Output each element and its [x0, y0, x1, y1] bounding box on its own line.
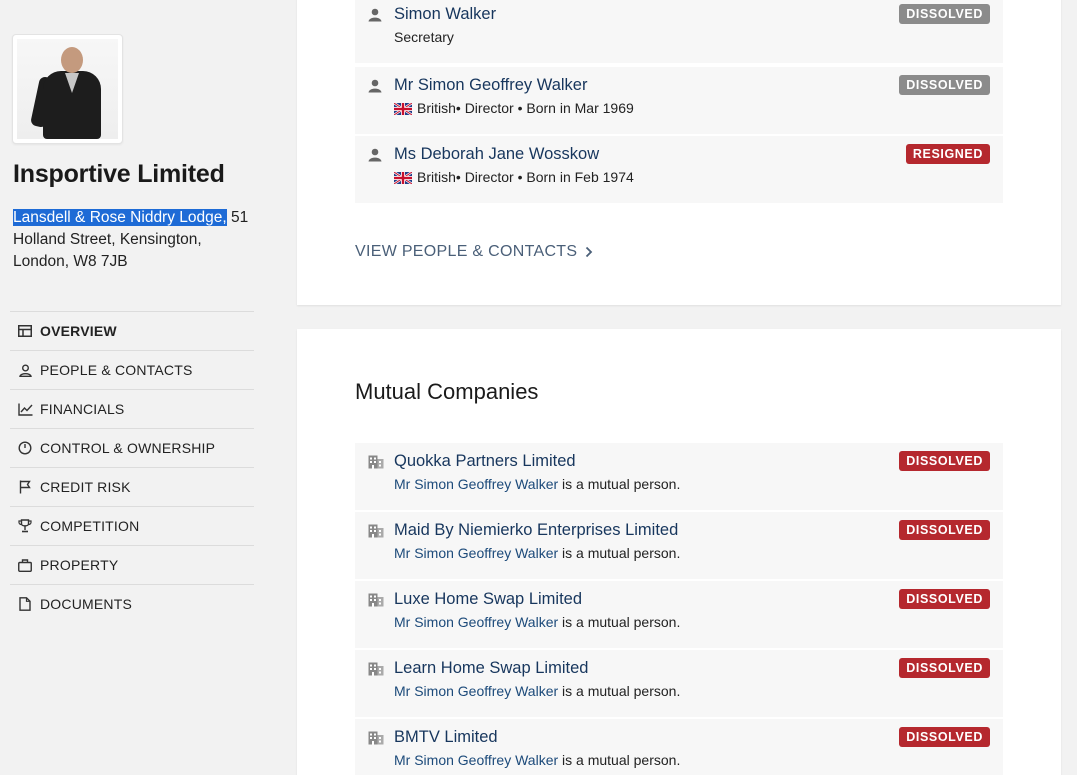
person-icon	[368, 148, 382, 167]
mutual-person-line: Mr Simon Geoffrey Walker is a mutual per…	[394, 545, 680, 561]
mutual-person-line: Mr Simon Geoffrey Walker is a mutual per…	[394, 614, 680, 630]
document-icon	[10, 597, 40, 611]
nav-item-control-ownership[interactable]: CONTROL & OWNERSHIP	[10, 428, 254, 467]
address-line2: Holland Street, Kensington,	[13, 231, 202, 248]
company-row[interactable]: Luxe Home Swap Limited Mr Simon Geoffrey…	[355, 580, 1003, 648]
trophy-icon	[10, 519, 40, 533]
nationality: British	[417, 100, 456, 116]
company-address: Lansdell & Rose Niddry Lodge, 51 Holland…	[13, 207, 268, 273]
company-name-link[interactable]: Luxe Home Swap Limited	[394, 590, 582, 609]
person-row[interactable]: Mr Simon Geoffrey Walker British • Direc…	[355, 66, 1003, 134]
company-name: Insportive Limited	[13, 160, 225, 188]
status-badge: DISSOLVED	[899, 75, 990, 95]
mutual-suffix: is a mutual person.	[562, 476, 681, 492]
mutual-person-line: Mr Simon Geoffrey Walker is a mutual per…	[394, 752, 680, 768]
flag-icon	[10, 480, 40, 494]
company-name-link[interactable]: Learn Home Swap Limited	[394, 659, 588, 678]
mutual-person-line: Mr Simon Geoffrey Walker is a mutual per…	[394, 683, 680, 699]
building-icon	[368, 524, 384, 543]
company-name-link[interactable]: Quokka Partners Limited	[394, 452, 576, 471]
person-name-link[interactable]: Simon Walker	[394, 5, 496, 24]
nav-item-overview[interactable]: OVERVIEW	[10, 311, 254, 350]
nav-label: OVERVIEW	[40, 323, 117, 339]
status-badge: DISSOLVED	[899, 520, 990, 540]
person-role-born: • Director • Born in Feb 1974	[455, 169, 634, 185]
nav-label: PEOPLE & CONTACTS	[40, 362, 193, 378]
address-selected-text: Lansdell & Rose Niddry Lodge,	[13, 209, 227, 226]
company-row[interactable]: Maid By Niemierko Enterprises Limited Mr…	[355, 511, 1003, 579]
mutual-suffix: is a mutual person.	[562, 545, 681, 561]
mutual-suffix: is a mutual person.	[562, 614, 681, 630]
company-row[interactable]: Learn Home Swap Limited Mr Simon Geoffre…	[355, 649, 1003, 717]
nav-label: CREDIT RISK	[40, 479, 131, 495]
building-icon	[368, 593, 384, 612]
mutual-person-link[interactable]: Mr Simon Geoffrey Walker	[394, 476, 558, 492]
company-name-link[interactable]: BMTV Limited	[394, 728, 498, 747]
section-title: Mutual Companies	[355, 379, 539, 404]
sidebar-nav: OVERVIEW PEOPLE & CONTACTS FINANCIALS CO…	[10, 311, 254, 623]
chevron-right-icon	[585, 246, 593, 258]
nationality: British	[417, 169, 456, 185]
nav-label: PROPERTY	[40, 557, 119, 573]
person-row[interactable]: Ms Deborah Jane Wosskow British • Direct…	[355, 135, 1003, 203]
building-icon	[368, 662, 384, 681]
address-line1-rest: 51	[226, 209, 249, 226]
status-badge: DISSOLVED	[899, 4, 990, 24]
nav-item-competition[interactable]: COMPETITION	[10, 506, 254, 545]
mutual-person-link[interactable]: Mr Simon Geoffrey Walker	[394, 614, 558, 630]
person-icon	[368, 8, 382, 27]
mutual-person-link[interactable]: Mr Simon Geoffrey Walker	[394, 683, 558, 699]
status-badge: DISSOLVED	[899, 658, 990, 678]
building-icon	[368, 455, 384, 474]
person-role: Secretary	[394, 29, 454, 45]
person-icon	[10, 364, 40, 377]
mutual-person-link[interactable]: Mr Simon Geoffrey Walker	[394, 545, 558, 561]
status-badge: DISSOLVED	[899, 451, 990, 471]
nav-item-documents[interactable]: DOCUMENTS	[10, 584, 254, 623]
person-row[interactable]: Simon Walker Secretary DISSOLVED	[355, 0, 1003, 63]
mutual-suffix: is a mutual person.	[562, 752, 681, 768]
person-name-link[interactable]: Ms Deborah Jane Wosskow	[394, 145, 599, 164]
company-row[interactable]: Quokka Partners Limited Mr Simon Geoffre…	[355, 442, 1003, 510]
mutual-companies-card: Mutual Companies Quokka Partners Limited…	[297, 329, 1061, 775]
nav-item-property[interactable]: PROPERTY	[10, 545, 254, 584]
nav-label: DOCUMENTS	[40, 596, 133, 612]
mutual-suffix: is a mutual person.	[562, 683, 681, 699]
person-details: British • Director • Born in Feb 1974	[393, 169, 634, 185]
nav-item-credit-risk[interactable]: CREDIT RISK	[10, 467, 254, 506]
status-badge: RESIGNED	[905, 144, 990, 164]
mutual-person-line: Mr Simon Geoffrey Walker is a mutual per…	[394, 476, 680, 492]
people-card: Simon Walker Secretary DISSOLVED Mr Simo…	[297, 0, 1061, 305]
uk-flag-icon	[393, 102, 413, 116]
briefcase-icon	[10, 558, 40, 572]
status-badge: DISSOLVED	[899, 589, 990, 609]
uk-flag-icon	[393, 171, 413, 185]
nav-label: COMPETITION	[40, 518, 140, 534]
company-row[interactable]: BMTV Limited Mr Simon Geoffrey Walker is…	[355, 718, 1003, 775]
sidebar: Insportive Limited Lansdell & Rose Niddr…	[0, 0, 270, 775]
gauge-icon	[10, 441, 40, 455]
nav-label: CONTROL & OWNERSHIP	[40, 440, 216, 456]
view-people-contacts-link[interactable]: VIEW PEOPLE & CONTACTS	[355, 243, 593, 261]
status-badge: DISSOLVED	[899, 727, 990, 747]
view-people-label: VIEW PEOPLE & CONTACTS	[355, 243, 578, 260]
overview-icon	[10, 325, 40, 337]
mutual-person-link[interactable]: Mr Simon Geoffrey Walker	[394, 752, 558, 768]
profile-photo	[17, 39, 118, 139]
person-name-link[interactable]: Mr Simon Geoffrey Walker	[394, 76, 587, 95]
chart-line-icon	[10, 403, 40, 416]
nav-item-financials[interactable]: FINANCIALS	[10, 389, 254, 428]
person-details: British • Director • Born in Mar 1969	[393, 100, 634, 116]
nav-label: FINANCIALS	[40, 401, 125, 417]
person-icon	[368, 79, 382, 98]
building-icon	[368, 731, 384, 750]
company-name-link[interactable]: Maid By Niemierko Enterprises Limited	[394, 521, 678, 540]
address-line3: London, W8 7JB	[13, 253, 128, 270]
person-role-born: • Director • Born in Mar 1969	[455, 100, 634, 116]
company-logo	[12, 34, 123, 144]
nav-item-people-contacts[interactable]: PEOPLE & CONTACTS	[10, 350, 254, 389]
